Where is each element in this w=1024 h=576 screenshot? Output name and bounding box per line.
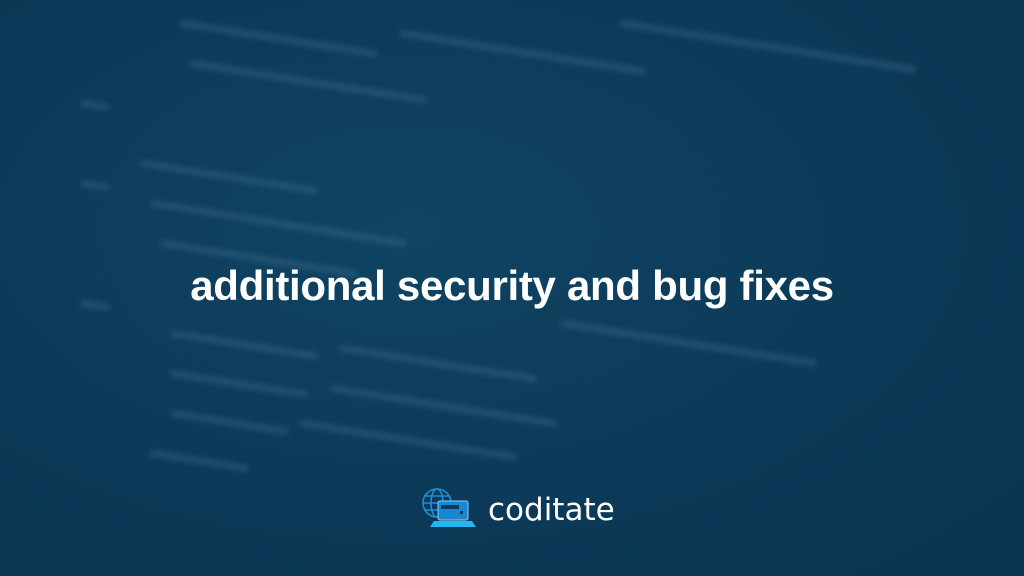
logo-text: coditate xyxy=(488,491,615,528)
globe-laptop-icon xyxy=(420,486,478,533)
slide-title: additional security and bug fixes xyxy=(190,262,834,309)
coditate-logo: coditate xyxy=(420,486,615,533)
